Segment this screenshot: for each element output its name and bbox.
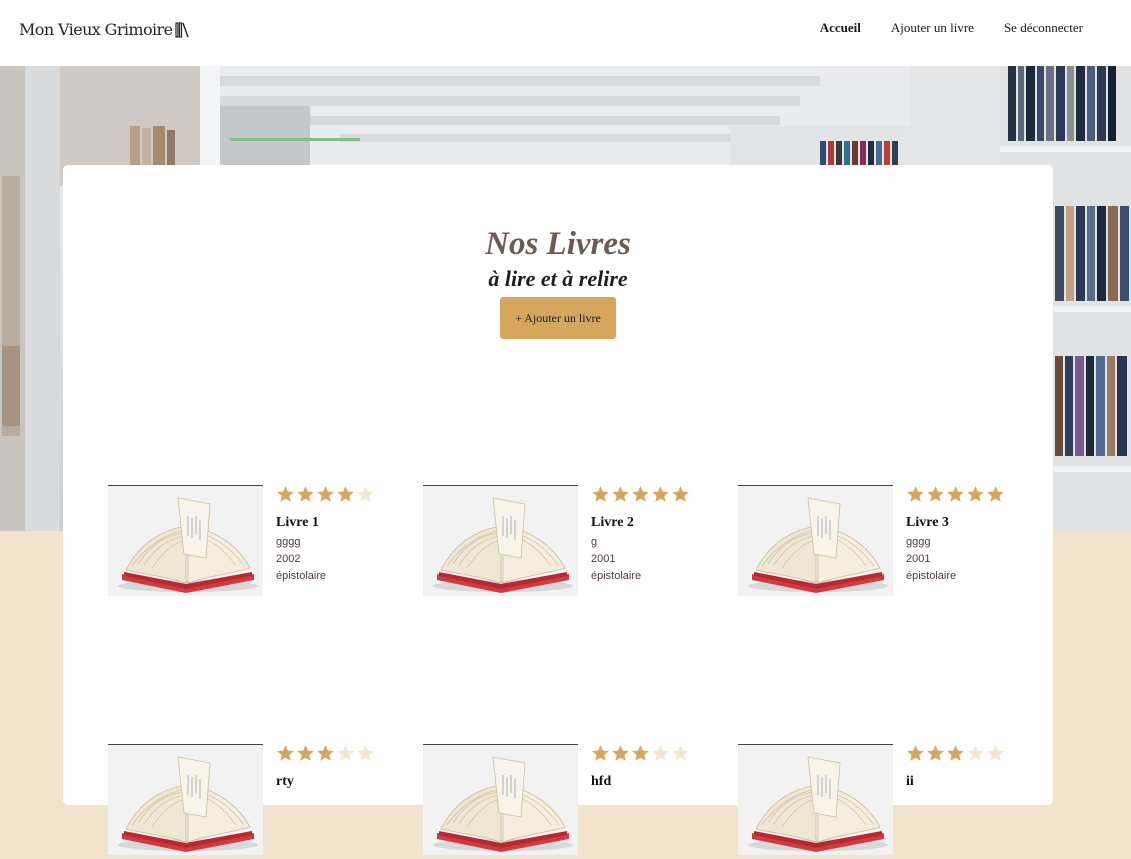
nav-home[interactable]: Accueil [820, 20, 861, 36]
top-header: Mon Vieux Grimoire Accueil Ajouter un li… [0, 0, 1131, 66]
book-card[interactable]: rty [108, 744, 388, 859]
book-cover[interactable] [738, 744, 893, 855]
book-stack-icon [175, 21, 190, 38]
book-genre: épistolaire [276, 570, 327, 582]
star-icon [277, 745, 294, 761]
book-rating [591, 485, 703, 505]
book-author: g [591, 536, 598, 548]
book-cover-image [738, 745, 893, 855]
book-info: hfd [591, 744, 703, 793]
book-year: 2001 [906, 553, 931, 565]
book-card[interactable]: Livre 3 gggg 2001 épistolaire [738, 485, 1018, 600]
book-title[interactable]: ii [906, 774, 1018, 790]
book-cover-image [738, 486, 893, 596]
star-icon [967, 486, 984, 502]
book-cover[interactable] [738, 485, 893, 596]
book-rating [276, 744, 388, 764]
book-rating [276, 485, 388, 505]
book-genre: épistolaire [591, 570, 642, 582]
page-title: Nos Livres [485, 226, 631, 262]
logo-text: Mon Vieux Grimoire [19, 20, 173, 39]
book-cover[interactable] [423, 485, 578, 596]
book-genre: épistolaire [906, 570, 957, 582]
star-icon [277, 486, 294, 502]
book-info: Livre 1 gggg 2002 épistolaire [276, 485, 388, 585]
star-icon [612, 486, 629, 502]
star-icon [357, 745, 374, 761]
book-cover[interactable] [108, 485, 263, 596]
star-icon [357, 486, 374, 502]
star-icon [317, 745, 334, 761]
star-icon [672, 486, 689, 502]
star-icon [987, 745, 1004, 761]
book-info: Livre 2 g 2001 épistolaire [591, 485, 703, 585]
star-icon [927, 745, 944, 761]
book-info: ii [906, 744, 1018, 793]
star-icon [337, 745, 354, 761]
book-year: 2002 [276, 553, 301, 565]
star-icon [947, 745, 964, 761]
book-cover[interactable] [108, 744, 263, 855]
star-icon [652, 486, 669, 502]
star-icon [337, 486, 354, 502]
main-nav: Accueil Ajouter un livre Se déconnecter [790, 20, 1083, 36]
book-rating [591, 744, 703, 764]
star-icon [987, 486, 1004, 502]
book-rating [906, 485, 1018, 505]
book-author: gggg [906, 536, 931, 548]
star-icon [632, 486, 649, 502]
book-cover-image [108, 745, 263, 855]
add-book-button[interactable]: + Ajouter un livre [500, 297, 616, 339]
book-card[interactable]: hfd [423, 744, 703, 859]
logo[interactable]: Mon Vieux Grimoire [19, 20, 190, 39]
book-cover[interactable] [423, 744, 578, 855]
nav-add-book[interactable]: Ajouter un livre [891, 20, 974, 36]
star-icon [652, 745, 669, 761]
star-icon [927, 486, 944, 502]
book-cover-image [423, 486, 578, 596]
book-title[interactable]: rty [276, 774, 388, 790]
star-icon [297, 745, 314, 761]
star-icon [297, 486, 314, 502]
book-cover-image [108, 486, 263, 596]
star-icon [907, 745, 924, 761]
page-subtitle: à lire et à relire [488, 266, 628, 291]
star-icon [592, 486, 609, 502]
star-icon [592, 745, 609, 761]
book-card[interactable]: Livre 1 gggg 2002 épistolaire [108, 485, 388, 600]
star-icon [632, 745, 649, 761]
book-title[interactable]: Livre 1 [276, 515, 388, 531]
book-card[interactable]: Livre 2 g 2001 épistolaire [423, 485, 703, 600]
books-card: Nos Livres à lire et à relire + Ajouter … [63, 165, 1053, 855]
star-icon [317, 486, 334, 502]
star-icon [672, 745, 689, 761]
book-author: gggg [276, 536, 301, 548]
book-title[interactable]: Livre 2 [591, 515, 703, 531]
book-info: rty [276, 744, 388, 793]
book-info: Livre 3 gggg 2001 épistolaire [906, 485, 1018, 585]
book-title[interactable]: hfd [591, 774, 703, 790]
book-rating [906, 744, 1018, 764]
star-icon [947, 486, 964, 502]
book-card[interactable]: ii [738, 744, 1018, 859]
book-title[interactable]: Livre 3 [906, 515, 1018, 531]
star-icon [967, 745, 984, 761]
star-icon [907, 486, 924, 502]
book-year: 2001 [591, 553, 616, 565]
book-cover-image [423, 745, 578, 855]
star-icon [612, 745, 629, 761]
nav-logout[interactable]: Se déconnecter [1004, 20, 1083, 36]
